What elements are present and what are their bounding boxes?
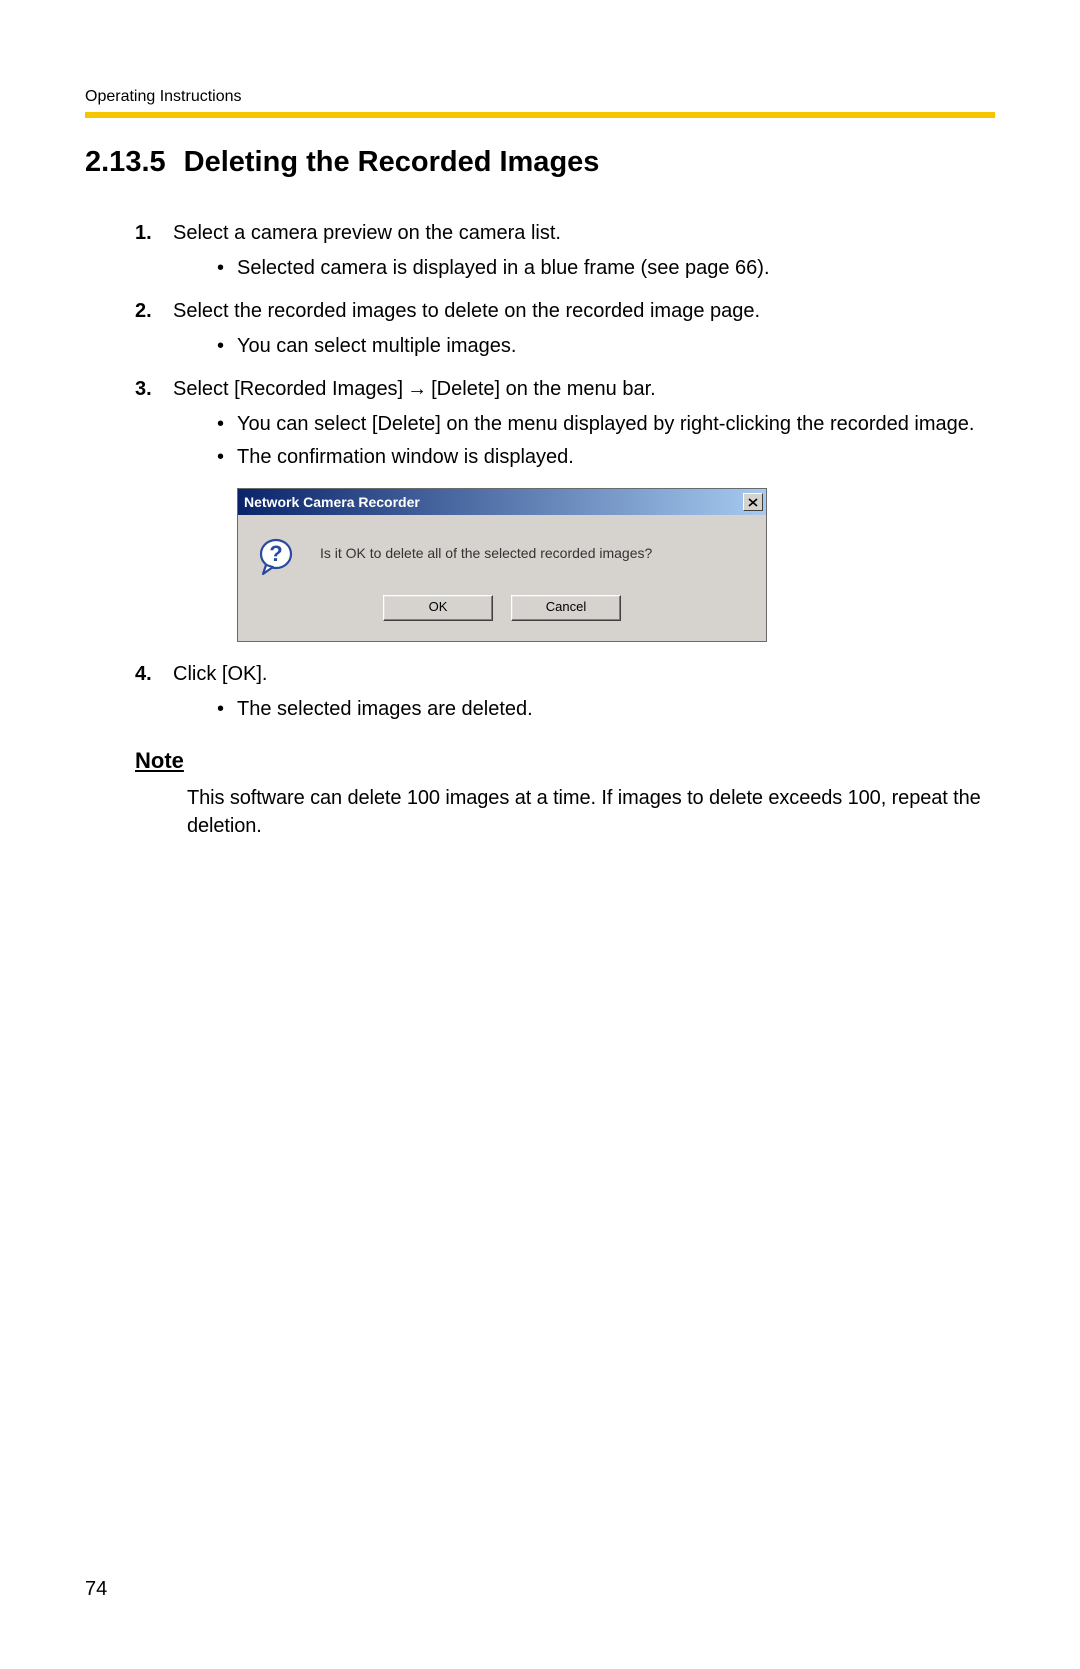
step-number: 2. (135, 297, 152, 326)
step-sublist: The selected images are deleted. (173, 695, 995, 724)
step-3: 3. Select [Recorded Images]→[Delete] on … (135, 375, 995, 642)
close-icon (748, 498, 758, 507)
dialog-screenshot: Network Camera Recorder ? (237, 488, 995, 642)
header-rule (85, 112, 995, 118)
step-subitem: The selected images are deleted. (211, 695, 995, 724)
step-text-part-b: [Delete] on the menu bar. (431, 378, 656, 400)
step-number: 4. (135, 660, 152, 689)
step-text: Select a camera preview on the camera li… (173, 222, 561, 244)
step-number: 3. (135, 375, 152, 404)
close-button[interactable] (743, 493, 763, 511)
cancel-button[interactable]: Cancel (511, 595, 621, 621)
step-sublist: You can select [Delete] on the menu disp… (173, 410, 995, 472)
step-sublist: You can select multiple images. (173, 332, 995, 361)
section-number: 2.13.5 (85, 146, 166, 179)
step-2: 2. Select the recorded images to delete … (135, 297, 995, 361)
dialog-title: Network Camera Recorder (244, 492, 420, 512)
section-title-text: Deleting the Recorded Images (184, 146, 600, 178)
note-text: This software can delete 100 images at a… (187, 784, 995, 840)
step-subitem: The confirmation window is displayed. (211, 443, 995, 472)
step-text: Click [OK]. (173, 663, 267, 685)
svg-text:?: ? (269, 541, 282, 566)
step-text: Select the recorded images to delete on … (173, 300, 760, 322)
step-sublist: Selected camera is displayed in a blue f… (173, 254, 995, 283)
page-number: 74 (85, 1578, 107, 1601)
note-heading: Note (135, 748, 995, 774)
arrow-icon: → (403, 375, 431, 404)
dialog-body: ? Is it OK to delete all of the selected… (238, 515, 766, 595)
dialog-message: Is it OK to delete all of the selected r… (320, 537, 652, 563)
section-title: 2.13.5 Deleting the Recorded Images (85, 146, 995, 179)
dialog-buttons: OK Cancel (238, 595, 766, 641)
step-subitem: Selected camera is displayed in a blue f… (211, 254, 995, 283)
confirmation-dialog: Network Camera Recorder ? (237, 488, 767, 642)
step-text-part-a: Select [Recorded Images] (173, 378, 403, 400)
ok-button[interactable]: OK (383, 595, 493, 621)
step-1: 1. Select a camera preview on the camera… (135, 219, 995, 283)
step-subitem: You can select multiple images. (211, 332, 995, 361)
header-label: Operating Instructions (85, 88, 995, 106)
question-icon: ? (258, 537, 298, 577)
step-number: 1. (135, 219, 152, 248)
steps-list: 1. Select a camera preview on the camera… (85, 219, 995, 724)
step-4: 4. Click [OK]. The selected images are d… (135, 660, 995, 724)
step-subitem: You can select [Delete] on the menu disp… (211, 410, 995, 439)
dialog-titlebar: Network Camera Recorder (238, 489, 766, 515)
